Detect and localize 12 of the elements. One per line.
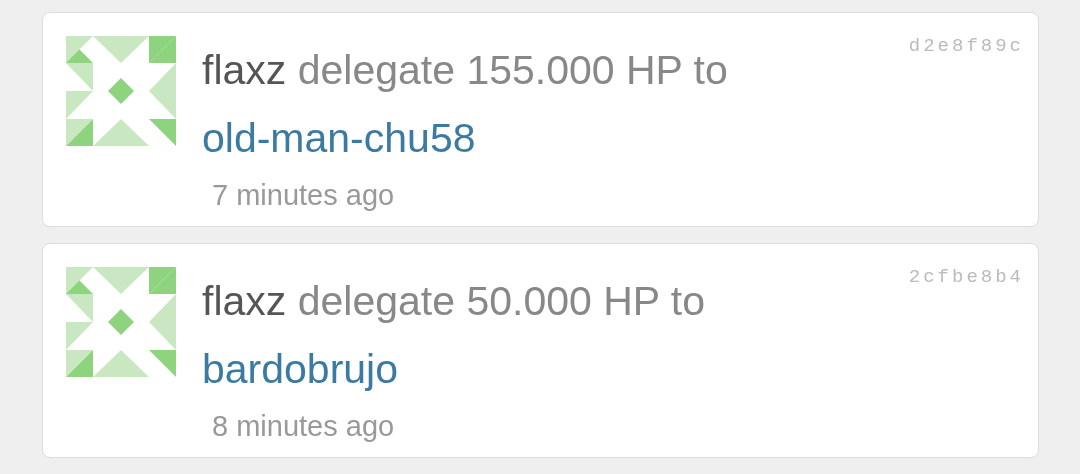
avatar-icon (66, 267, 176, 377)
transaction-hash: 2cfbe8b4 (908, 265, 1024, 290)
avatar-icon (66, 36, 176, 146)
timestamp: 8 minutes ago (212, 409, 395, 444)
timestamp: 7 minutes ago (212, 178, 395, 213)
activity-text: flaxz delegate 50.000 HP to bardobrujo (202, 277, 706, 394)
account-link[interactable]: old-man-chu58 (202, 115, 476, 161)
user-link[interactable]: flaxz (202, 278, 287, 324)
user-link[interactable]: flaxz (202, 47, 287, 93)
activity-text: flaxz delegate 155.000 HP to old-man-chu58 (202, 46, 729, 163)
account-link[interactable]: bardobrujo (202, 346, 399, 392)
transaction-hash: d2e8f89c (908, 34, 1024, 59)
